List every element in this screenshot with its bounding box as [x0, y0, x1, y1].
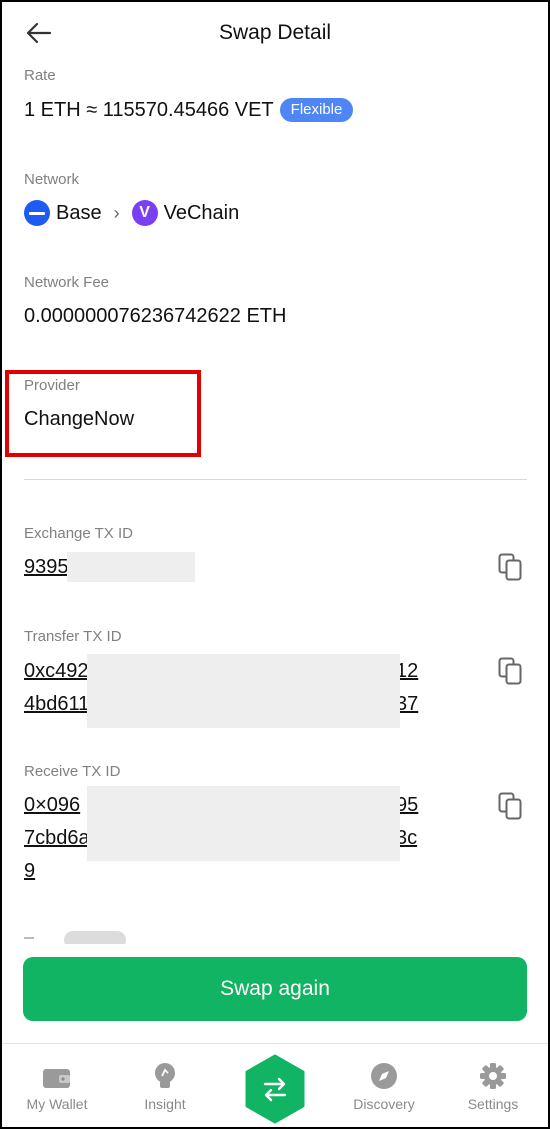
copy-icon — [498, 657, 522, 685]
header: Swap Detail — [0, 0, 550, 66]
swap-arrows-icon — [245, 1054, 305, 1124]
page-title: Swap Detail — [218, 21, 332, 44]
partially-hidden-row — [24, 928, 134, 944]
chevron-right-icon: › — [113, 202, 120, 223]
redacted-area — [67, 552, 195, 582]
network-from: Base — [56, 201, 102, 224]
exchange-tx-label: Exchange TX ID — [24, 525, 133, 542]
rate-value: 1 ETH ≈ 115570.45466 VET — [24, 99, 274, 121]
transfer-tx-line1-start[interactable]: 0xc492 — [24, 655, 89, 688]
network-label: Network — [24, 171, 80, 188]
bottom-tab-bar: My Wallet Insight Discovery Settings — [0, 1043, 550, 1129]
tab-label: Insight — [144, 1096, 186, 1112]
divider — [24, 479, 527, 480]
receive-tx-label: Receive TX ID — [24, 763, 121, 780]
rate-type-badge: Flexible — [279, 98, 354, 122]
tab-discovery[interactable]: Discovery — [339, 1060, 429, 1112]
rate-value-row: 1 ETH ≈ 115570.45466 VET Flexible — [24, 98, 354, 122]
transfer-tx-label: Transfer TX ID — [24, 628, 122, 645]
gear-icon — [480, 1063, 506, 1089]
vechain-coin-icon: V — [131, 200, 158, 226]
swap-again-button[interactable]: Swap again — [23, 957, 527, 1021]
copy-receive-tx-button[interactable] — [497, 791, 527, 823]
copy-exchange-tx-button[interactable] — [497, 552, 527, 584]
redacted-area — [87, 786, 400, 861]
lightbulb-icon — [155, 1063, 175, 1088]
network-fee-label: Network Fee — [24, 274, 110, 291]
tab-swap[interactable] — [244, 1054, 306, 1124]
receive-tx-line1-start[interactable]: 0×096 — [24, 789, 80, 822]
copy-icon — [498, 792, 522, 820]
tab-label: Settings — [467, 1096, 519, 1112]
tab-settings[interactable]: Settings — [448, 1060, 538, 1112]
tab-label: My Wallet — [26, 1096, 88, 1112]
redacted-area — [87, 654, 400, 728]
wallet-icon — [43, 1069, 70, 1088]
provider-highlight-box — [5, 370, 201, 457]
network-row: Base › V VeChain — [24, 199, 239, 227]
copy-icon — [498, 553, 522, 581]
tab-insight[interactable]: Insight — [120, 1060, 210, 1112]
tab-label: Discovery — [353, 1096, 415, 1112]
transfer-tx-line2-start[interactable]: 4bd611 — [24, 688, 89, 721]
exchange-tx-id-link[interactable]: 9395 — [24, 551, 69, 584]
cut-off-content-icon — [24, 931, 126, 944]
rate-label: Rate — [24, 67, 56, 84]
receive-tx-line2-start[interactable]: 7cbd6a — [24, 822, 90, 855]
tab-my-wallet[interactable]: My Wallet — [12, 1060, 102, 1112]
base-coin-icon — [24, 200, 50, 226]
receive-tx-line3[interactable]: 9 — [24, 855, 35, 888]
network-fee-value: 0.000000076236742622 ETH — [24, 305, 287, 327]
network-to: VeChain — [163, 201, 240, 224]
copy-transfer-tx-button[interactable] — [497, 656, 527, 688]
compass-icon — [371, 1063, 397, 1089]
